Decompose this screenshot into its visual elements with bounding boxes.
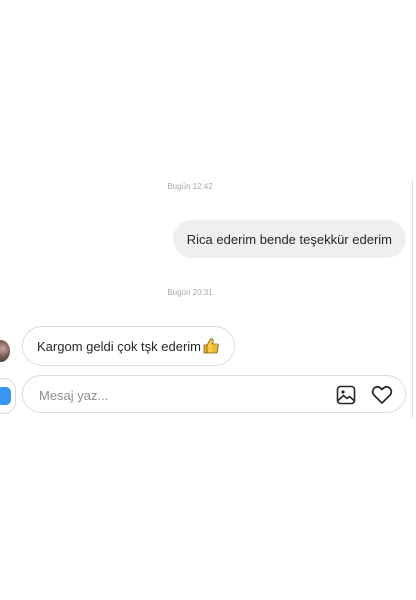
sender-avatar[interactable] <box>0 340 10 362</box>
incoming-message-bubble[interactable]: Kargom geldi çok tşk ederim <box>22 326 236 366</box>
heart-icon[interactable] <box>371 384 393 406</box>
dm-screen: Bugün 12:42 Rica ederim bende teşekkür e… <box>0 0 416 600</box>
message-text: Rica ederim bende teşekkür ederim <box>186 231 392 247</box>
message-input[interactable] <box>37 384 321 406</box>
message-timestamp: Bugün 20:31 <box>167 288 213 297</box>
camera-icon <box>0 387 11 405</box>
message-text: Kargom geldi çok tşk ederim <box>37 338 202 354</box>
outgoing-message-bubble[interactable]: Rica ederim bende teşekkür ederim <box>172 220 406 258</box>
camera-button[interactable] <box>0 378 16 414</box>
image-icon[interactable] <box>335 384 357 406</box>
message-composer <box>22 375 406 413</box>
message-timestamp: Bugün 12:42 <box>167 182 213 191</box>
thumbs-up-icon <box>202 337 220 355</box>
